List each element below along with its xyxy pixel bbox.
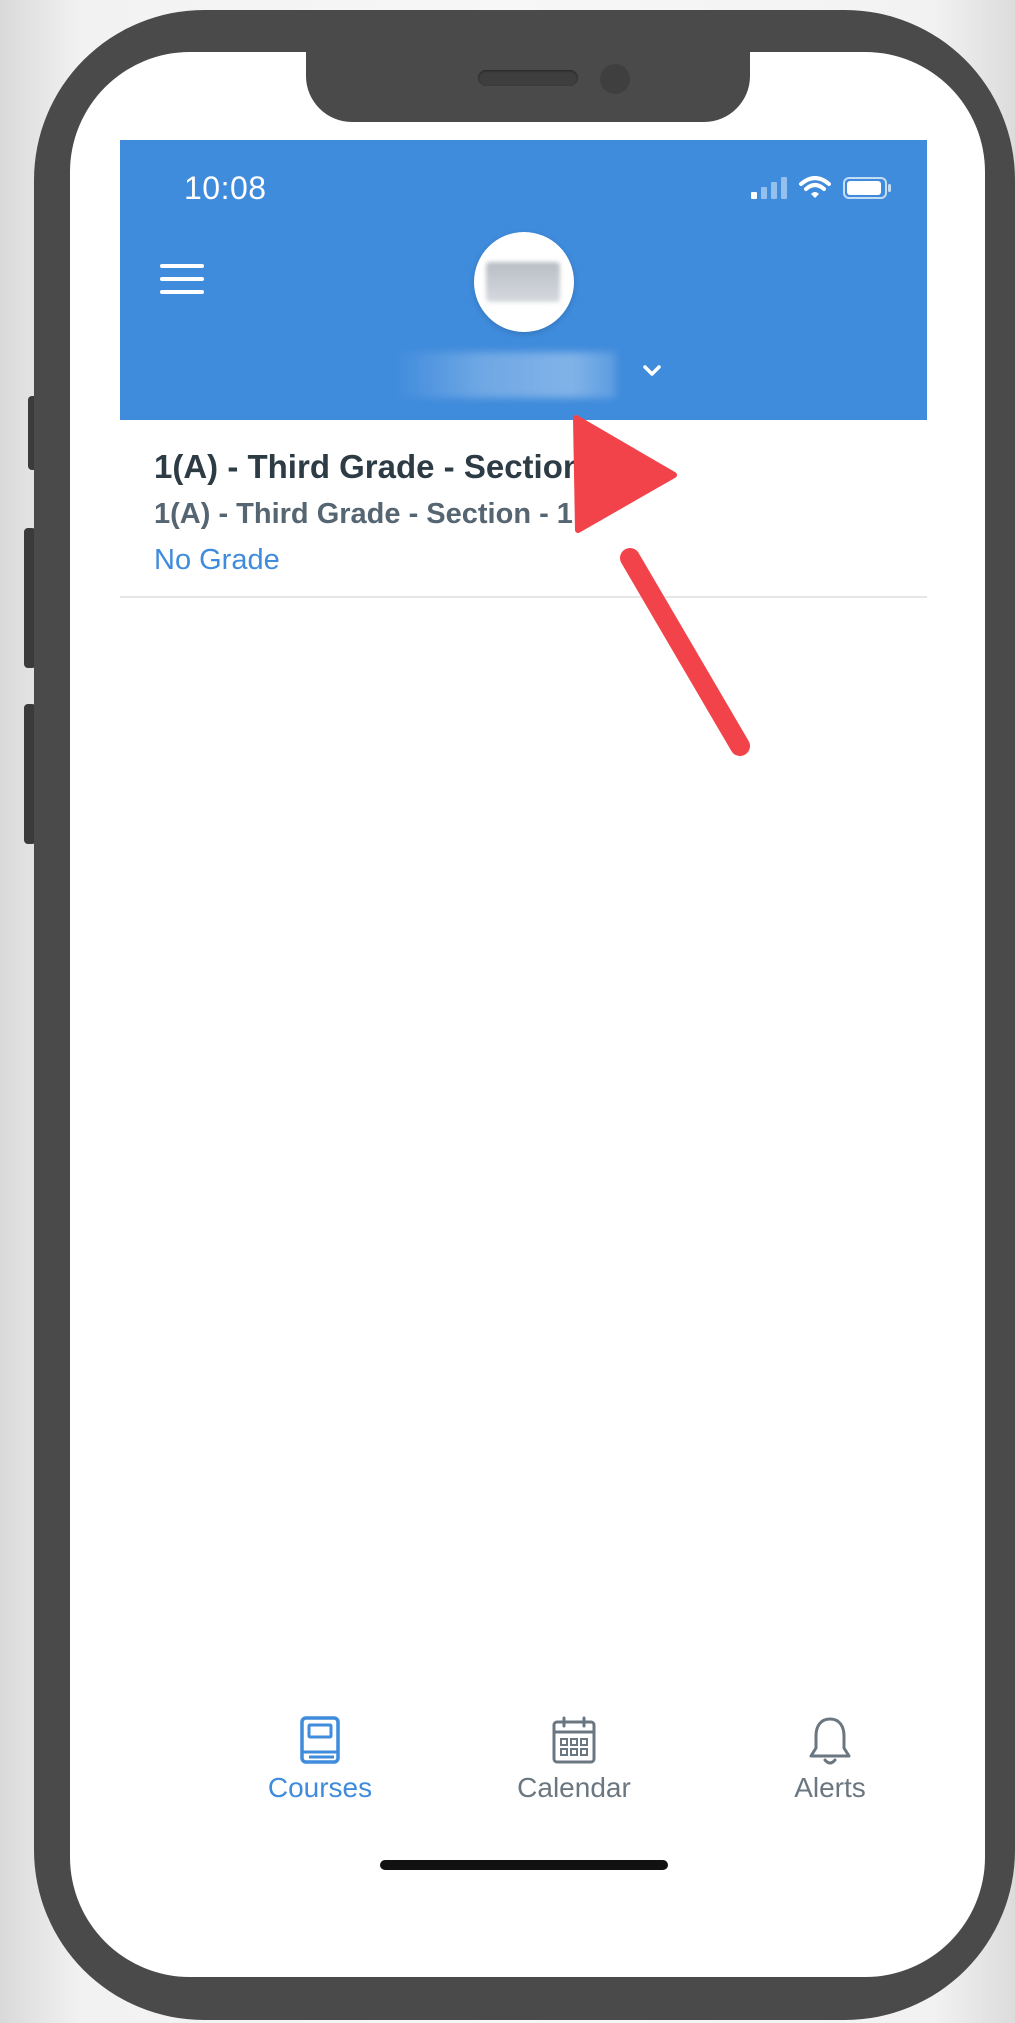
status-time: 10:08	[184, 170, 267, 206]
course-title: 1(A) - Third Grade - Section - 1	[154, 448, 631, 485]
front-camera	[600, 64, 630, 94]
tab-courses-label: Courses	[267, 1772, 373, 1803]
calendar-icon	[552, 1716, 596, 1764]
course-subtitle: 1(A) - Third Grade - Section - 1	[154, 498, 573, 530]
wifi-icon	[799, 176, 831, 198]
book-icon	[300, 1716, 340, 1764]
tab-calendar-label: Calendar	[517, 1772, 631, 1803]
phone-screen: 10:08 1(A) - Third Grade - Section - 1 1…	[70, 52, 985, 1977]
tab-courses[interactable]: Courses	[220, 1716, 420, 1804]
app-header: 10:08	[120, 140, 927, 420]
course-list-item[interactable]: 1(A) - Third Grade - Section - 1 1(A) - …	[120, 420, 927, 598]
phone-notch	[306, 52, 750, 122]
tab-alerts-label: Alerts	[794, 1772, 866, 1803]
tab-alerts[interactable]: Alerts	[730, 1716, 930, 1804]
home-indicator	[380, 1860, 668, 1870]
user-name-redacted	[392, 352, 616, 398]
speaker-grille	[478, 70, 578, 86]
chevron-down-icon	[643, 365, 661, 376]
avatar[interactable]	[474, 232, 574, 332]
user-switcher[interactable]	[392, 350, 662, 400]
tab-calendar[interactable]: Calendar	[474, 1716, 674, 1804]
avatar-image-redacted	[486, 262, 560, 302]
cellular-signal-icon	[751, 177, 787, 199]
status-icons	[751, 176, 893, 200]
course-grade: No Grade	[154, 544, 280, 576]
hamburger-menu-icon[interactable]	[160, 264, 204, 298]
bell-icon	[809, 1717, 851, 1765]
battery-icon	[843, 177, 891, 199]
bottom-tab-bar: Courses Calendar Alerts	[120, 1716, 927, 1826]
